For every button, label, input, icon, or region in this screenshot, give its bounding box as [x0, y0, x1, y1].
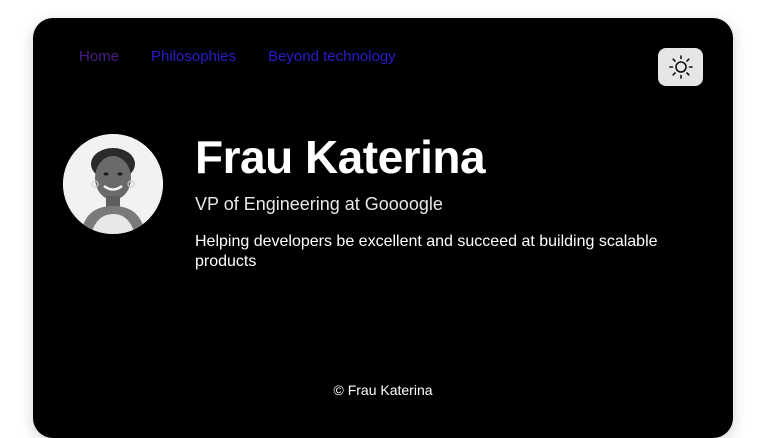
top-nav: Home Philosophies Beyond technology	[79, 48, 396, 65]
nav-link-philosophies[interactable]: Philosophies	[151, 48, 236, 65]
profile-photo	[63, 134, 163, 234]
profile-name: Frau Katerina	[195, 131, 486, 183]
nav-link-home[interactable]: Home	[79, 48, 119, 65]
avatar	[63, 134, 163, 234]
footer-copyright: © Frau Katerina	[333, 382, 433, 398]
profile-card: Home Philosophies Beyond technology Frau…	[33, 18, 733, 438]
profile-role: VP of Engineering at Goooogle	[195, 194, 443, 214]
nav-link-beyond-technology[interactable]: Beyond technology	[268, 48, 396, 65]
sun-icon	[668, 55, 693, 79]
profile-tagline: Helping developers be excellent and succ…	[195, 233, 658, 270]
theme-toggle-button[interactable]	[658, 48, 703, 86]
